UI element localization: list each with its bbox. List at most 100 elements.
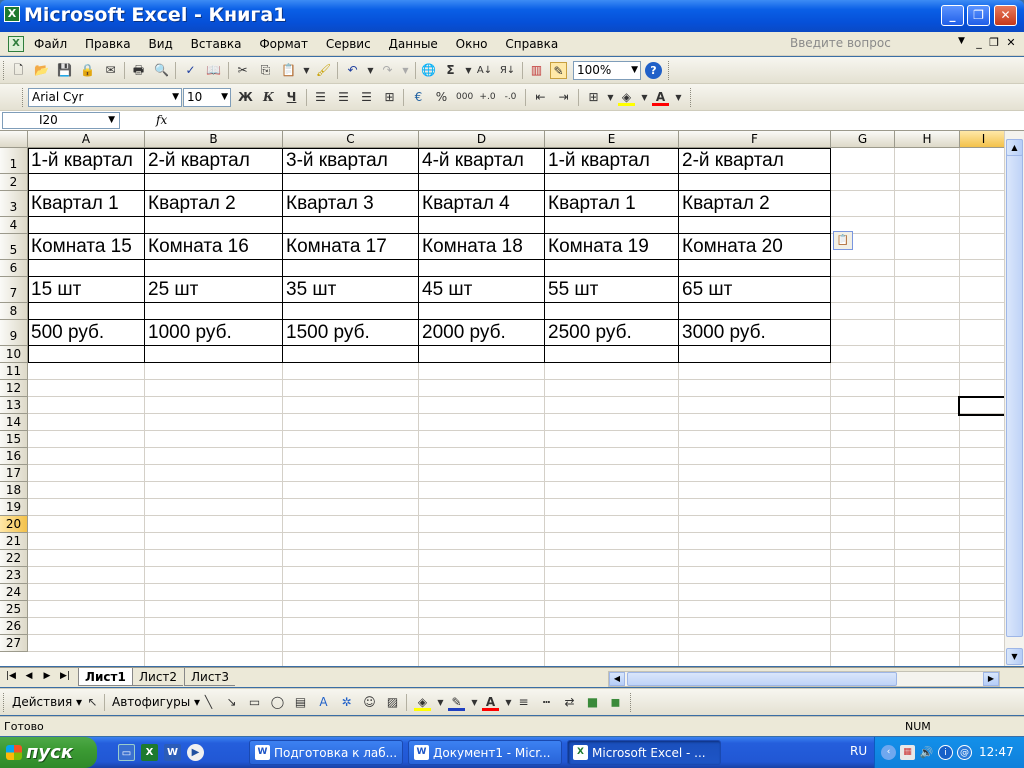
cell-C1[interactable]: 3-й квартал	[283, 148, 388, 174]
align-center-icon[interactable]: ☰	[335, 89, 352, 106]
redo-icon[interactable]: ↷	[379, 62, 396, 79]
minimize-button[interactable]: _	[941, 5, 964, 26]
name-box[interactable]: I20 ▼	[2, 112, 120, 129]
font-color-icon[interactable]: A	[652, 89, 669, 106]
select-all-corner[interactable]	[0, 131, 28, 148]
textbox-icon[interactable]: ▤	[292, 694, 309, 711]
toolbar-options-icon[interactable]	[690, 88, 693, 107]
task-button-word-1[interactable]: W Подготовка к лаб...	[249, 740, 403, 765]
cell-D9[interactable]: 2000 руб.	[419, 320, 506, 346]
menu-help[interactable]: Справка	[505, 37, 558, 51]
menu-data[interactable]: Данные	[389, 37, 438, 51]
bold-button[interactable]: Ж	[237, 89, 254, 106]
row-header-25[interactable]: 25	[0, 601, 28, 618]
comma-style-icon[interactable]: 000	[456, 89, 473, 106]
select-objects-icon[interactable]: ↖	[84, 694, 101, 711]
row-header-4[interactable]: 4	[0, 217, 28, 234]
italic-button[interactable]: К	[260, 89, 277, 106]
first-sheet-icon[interactable]: |◀	[4, 671, 18, 681]
cell-F5[interactable]: Комната 20	[679, 234, 783, 260]
align-left-icon[interactable]: ☰	[312, 89, 329, 106]
row-header-1[interactable]: 1	[0, 148, 28, 174]
cell-C9[interactable]: 1500 руб.	[283, 320, 370, 346]
cell-F7[interactable]: 65 шт	[679, 277, 732, 303]
cell-E5[interactable]: Комната 19	[545, 234, 649, 260]
row-header-15[interactable]: 15	[0, 431, 28, 448]
menu-file[interactable]: Файл	[34, 37, 67, 51]
cell-F1[interactable]: 2-й квартал	[679, 148, 784, 174]
cell-A9[interactable]: 500 руб.	[28, 320, 104, 346]
scroll-down-icon[interactable]: ▼	[1006, 648, 1023, 665]
cell-B5[interactable]: Комната 16	[145, 234, 249, 260]
row-header-9[interactable]: 9	[0, 320, 28, 346]
cell-E3[interactable]: Квартал 1	[545, 191, 636, 217]
autosum-icon[interactable]: Σ	[442, 62, 459, 79]
cell-D1[interactable]: 4-й квартал	[419, 148, 524, 174]
row-header-19[interactable]: 19	[0, 499, 28, 516]
cell-D5[interactable]: Комната 18	[419, 234, 523, 260]
security-icon[interactable]: ▦	[900, 745, 915, 760]
chevron-down-icon[interactable]: ▼	[298, 62, 315, 79]
excel-icon[interactable]: X	[141, 744, 158, 761]
clipart-icon[interactable]: ☺	[361, 694, 378, 711]
align-right-icon[interactable]: ☰	[358, 89, 375, 106]
title-bar[interactable]: X Microsoft Excel - Книга1 _ ❐ ✕	[0, 0, 1024, 32]
doc-minimize-button[interactable]: _	[972, 36, 986, 49]
doc-restore-button[interactable]: ❐	[987, 36, 1001, 49]
increase-indent-icon[interactable]: ⇥	[555, 89, 572, 106]
sort-descending-icon[interactable]: Я↓	[499, 62, 516, 79]
row-header-17[interactable]: 17	[0, 465, 28, 482]
decrease-indent-icon[interactable]: ⇤	[532, 89, 549, 106]
currency-icon[interactable]: €	[410, 89, 427, 106]
font-size-combo[interactable]: 10 ▼	[183, 88, 231, 107]
hyperlink-icon[interactable]: 🌐	[420, 62, 437, 79]
doc-close-button[interactable]: ✕	[1004, 36, 1018, 49]
cell-E9[interactable]: 2500 руб.	[545, 320, 632, 346]
maximize-button[interactable]: ❐	[967, 5, 990, 26]
word-icon[interactable]: W	[164, 744, 181, 761]
active-cell-selection[interactable]	[958, 396, 1008, 416]
menu-format[interactable]: Формат	[259, 37, 308, 51]
cell-B1[interactable]: 2-й квартал	[145, 148, 250, 174]
cell-B3[interactable]: Квартал 2	[145, 191, 236, 217]
cell-D7[interactable]: 45 шт	[419, 277, 472, 303]
row-header-12[interactable]: 12	[0, 380, 28, 397]
increase-decimal-icon[interactable]: +.0	[479, 89, 496, 106]
line-style-icon[interactable]: ≡	[515, 694, 532, 711]
row-header-14[interactable]: 14	[0, 414, 28, 431]
language-indicator[interactable]: RU	[850, 744, 867, 758]
toolbar-grip[interactable]	[22, 88, 25, 107]
row-header-3[interactable]: 3	[0, 191, 28, 217]
row-header-20[interactable]: 20	[0, 516, 28, 533]
column-header-B[interactable]: B	[145, 131, 283, 148]
horizontal-scrollbar[interactable]: ◀ ▶	[608, 671, 1000, 687]
cell-C3[interactable]: Квартал 3	[283, 191, 374, 217]
decrease-decimal-icon[interactable]: -.0	[502, 89, 519, 106]
borders-icon[interactable]: ⊞	[585, 89, 602, 106]
print-icon[interactable]: 🖶	[130, 62, 147, 79]
spelling-icon[interactable]: ✓	[182, 62, 199, 79]
fill-color-icon[interactable]: ◈	[618, 89, 635, 106]
oval-icon[interactable]: ◯	[269, 694, 286, 711]
sheet-tab-1[interactable]: Лист1	[78, 668, 132, 686]
media-player-icon[interactable]: ▶	[187, 744, 204, 761]
new-icon[interactable]: 🗋	[10, 62, 27, 79]
row-header-10[interactable]: 10	[0, 346, 28, 363]
open-icon[interactable]: 📂	[33, 62, 50, 79]
row-header-22[interactable]: 22	[0, 550, 28, 567]
excel-icon[interactable]: X	[4, 6, 20, 22]
row-header-26[interactable]: 26	[0, 618, 28, 635]
autoshapes-menu[interactable]: Автофигуры ▾	[112, 695, 200, 709]
tray-arrow-icon[interactable]: ‹	[881, 745, 896, 760]
research-icon[interactable]: 📖	[205, 62, 222, 79]
line-color-icon[interactable]: ✎	[448, 694, 465, 711]
paste-options-icon[interactable]: 📋	[833, 231, 853, 250]
workbook-icon[interactable]: X	[8, 36, 24, 52]
chevron-down-icon[interactable]: ▼	[636, 89, 653, 106]
email-icon[interactable]: ✉	[102, 62, 119, 79]
column-header-C[interactable]: C	[283, 131, 419, 148]
zoom-combo[interactable]: 100% ▼	[573, 61, 641, 80]
chevron-down-icon[interactable]: ▼	[397, 62, 414, 79]
row-header-7[interactable]: 7	[0, 277, 28, 303]
row-header-16[interactable]: 16	[0, 448, 28, 465]
